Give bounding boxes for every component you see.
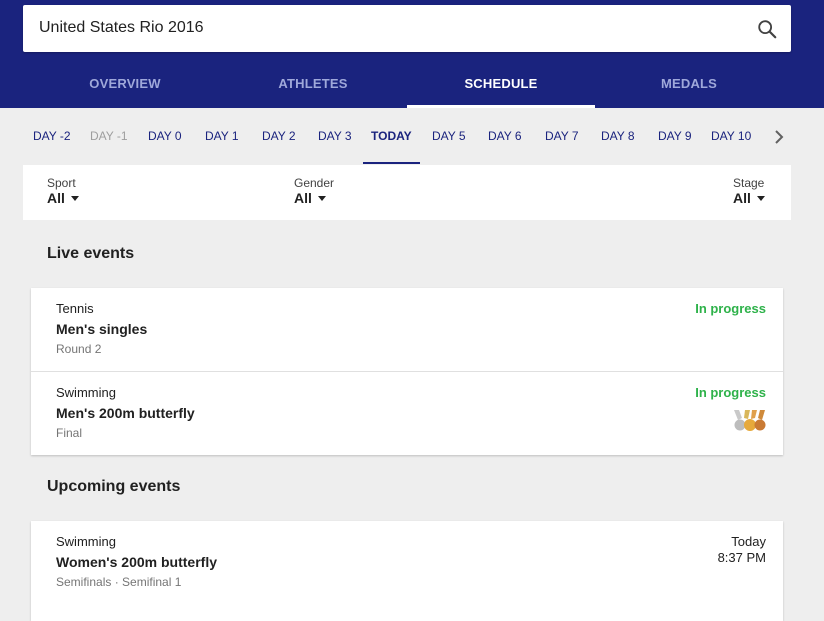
gender-filter-label: Gender: [294, 176, 335, 190]
search-box[interactable]: United States Rio 2016: [23, 5, 791, 52]
gender-filter[interactable]: Gender All: [294, 176, 334, 208]
upcoming-events-card: Swimming Women's 200m butterfly Semifina…: [31, 521, 783, 621]
event-name: Women's 200m butterfly: [56, 554, 217, 570]
gender-filter-value[interactable]: All: [294, 190, 312, 206]
tab-medals[interactable]: MEDALS: [595, 60, 783, 108]
event-row[interactable]: Swimming Women's 200m butterfly Semifina…: [31, 521, 783, 604]
event-row[interactable]: Tennis Men's singles Round 2 In progress: [31, 288, 783, 372]
event-time: Today 8:37 PM: [718, 534, 766, 566]
live-events-heading: Live events: [47, 245, 135, 262]
search-icon[interactable]: [756, 18, 778, 40]
upcoming-events-heading: Upcoming events: [47, 478, 181, 495]
event-status: In progress: [695, 385, 766, 400]
day-tab[interactable]: DAY 9: [658, 108, 692, 164]
stage-filter[interactable]: Stage All: [733, 176, 765, 208]
day-tab[interactable]: DAY 2: [262, 108, 296, 164]
event-round: Semifinals · Semifinal 1: [56, 575, 182, 589]
day-tab[interactable]: DAY 7: [545, 108, 579, 164]
day-tab[interactable]: DAY 8: [601, 108, 635, 164]
event-name: Men's singles: [56, 321, 148, 337]
event-round: Final: [56, 426, 83, 440]
event-sport: Swimming: [56, 385, 116, 400]
event-row[interactable]: Swimming Men's 200m butterfly Final In p…: [31, 372, 783, 455]
day-tab[interactable]: DAY 6: [488, 108, 522, 164]
chevron-right-icon[interactable]: [770, 128, 788, 146]
day-tab[interactable]: DAY 10: [711, 108, 751, 164]
event-status: In progress: [695, 301, 766, 316]
day-tab-today[interactable]: TODAY: [363, 108, 420, 164]
filter-bar: Sport All Gender All Stage All: [23, 165, 791, 220]
event-name: Men's 200m butterfly: [56, 405, 195, 421]
dropdown-arrow-icon[interactable]: [317, 196, 326, 202]
medals-icon: [734, 410, 766, 431]
search-input[interactable]: United States Rio 2016: [39, 19, 204, 37]
tab-athletes[interactable]: ATHLETES: [219, 60, 407, 108]
event-clock: 8:37 PM: [717, 550, 766, 565]
tab-bar: OVERVIEW ATHLETES SCHEDULE MEDALS: [0, 60, 824, 108]
day-tab: DAY -1: [90, 129, 128, 143]
day-selector: DAY -2 DAY -1 DAY 0 DAY 1 DAY 2 DAY 3 TO…: [0, 108, 824, 164]
app-header: United States Rio 2016 OVERVIEW ATHLETES…: [0, 0, 824, 108]
day-tab[interactable]: DAY 1: [205, 108, 239, 164]
day-tab[interactable]: DAY 0: [148, 108, 182, 164]
day-tab[interactable]: DAY 5: [432, 108, 466, 164]
sport-filter-value[interactable]: All: [47, 190, 65, 206]
event-round: Round 2: [56, 342, 102, 356]
day-tab[interactable]: DAY 3: [318, 108, 352, 164]
dropdown-arrow-icon[interactable]: [756, 196, 765, 202]
sport-filter-label: Sport: [47, 176, 76, 190]
dropdown-arrow-icon[interactable]: [70, 196, 79, 202]
stage-filter-value[interactable]: All: [733, 190, 751, 206]
tab-overview[interactable]: OVERVIEW: [31, 60, 219, 108]
stage-filter-label: Stage: [733, 176, 765, 190]
live-events-card: Tennis Men's singles Round 2 In progress…: [31, 288, 783, 455]
event-sport: Tennis: [56, 301, 94, 316]
tab-schedule[interactable]: SCHEDULE: [407, 60, 595, 108]
day-tab[interactable]: DAY -2: [33, 108, 71, 164]
event-sport: Swimming: [56, 534, 116, 549]
event-day: Today: [731, 534, 766, 549]
sport-filter[interactable]: Sport All: [47, 176, 79, 208]
